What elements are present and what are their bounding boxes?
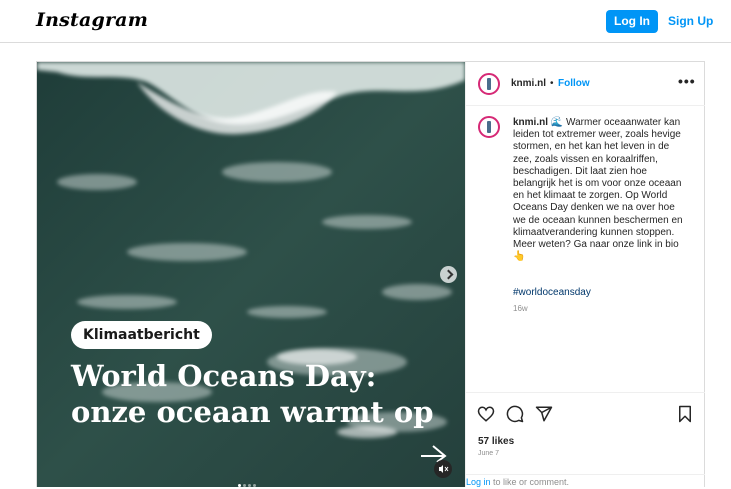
heart-icon[interactable] (477, 405, 495, 423)
caption-username[interactable]: knmi.nl (513, 117, 548, 128)
post-header: knmi.nl • Follow ••• (466, 62, 705, 106)
post-caption: knmi.nl 🌊 Warmer oceaanwater kan leiden … (513, 117, 683, 263)
caption-avatar[interactable] (478, 116, 500, 138)
post-age: 16w (513, 304, 528, 313)
hashtag-link[interactable]: #worldoceansday (513, 287, 591, 298)
separator-dot: • (550, 78, 554, 89)
share-icon[interactable] (535, 405, 553, 423)
post-username[interactable]: knmi.nl (511, 78, 546, 89)
bookmark-icon[interactable] (677, 405, 693, 423)
comment-icon[interactable] (506, 405, 524, 423)
follow-button[interactable]: Follow (558, 78, 590, 89)
post-date: June 7 (478, 450, 500, 457)
likes-count[interactable]: 57 likes (478, 436, 514, 447)
top-nav: Instagram Log In Sign Up (0, 0, 731, 43)
mute-icon[interactable] (434, 460, 452, 478)
avatar[interactable] (478, 73, 500, 95)
post-card: Klimaatbericht World Oceans Day: onze oc… (36, 61, 705, 487)
post-side-panel: knmi.nl • Follow ••• knmi.nl 🌊 Warmer oc… (465, 62, 705, 487)
post-media[interactable]: Klimaatbericht World Oceans Day: onze oc… (37, 62, 465, 487)
category-tag: Klimaatbericht (71, 321, 212, 349)
caption-text: 🌊 Warmer oceaanwater kan leiden tot extr… (513, 117, 683, 263)
media-headline: World Oceans Day: onze oceaan warmt op (71, 359, 434, 429)
post-actions: 57 likes June 7 Log in to like or commen… (466, 392, 705, 488)
login-prompt: Log in to like or comment. (466, 474, 705, 489)
login-button[interactable]: Log In (606, 10, 658, 33)
next-arrow-icon[interactable] (440, 266, 457, 283)
carousel-dots (238, 474, 258, 487)
more-icon[interactable]: ••• (678, 73, 696, 89)
instagram-logo[interactable]: Instagram (36, 9, 148, 31)
signup-link[interactable]: Sign Up (668, 10, 713, 33)
